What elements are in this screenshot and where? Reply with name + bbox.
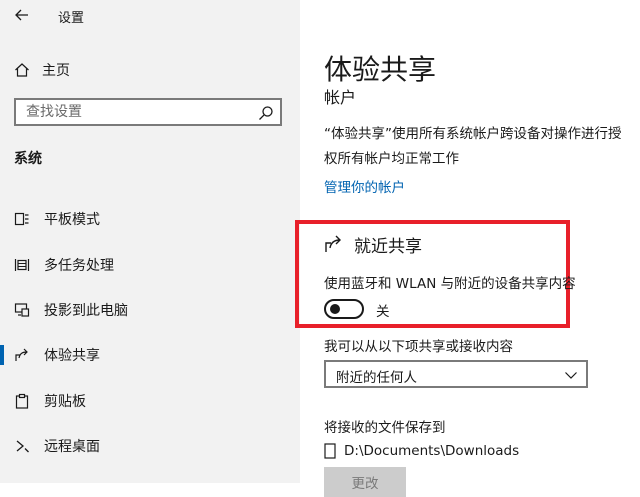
remote-desktop-icon [12, 436, 32, 456]
sidebar-item-label: 多任务处理 [44, 258, 114, 274]
sidebar-item-remote-desktop[interactable]: 远程桌面 [0, 427, 300, 465]
manage-accounts-link[interactable]: 管理你的帐户 [324, 176, 405, 196]
sidebar-item-label: 远程桌面 [44, 439, 100, 455]
sidebar-item-clipboard[interactable]: 剪贴板 [0, 382, 300, 420]
dropdown-value: 附近的任何人 [336, 370, 417, 386]
chevron-down-icon [565, 372, 577, 379]
search-input[interactable] [16, 100, 256, 124]
sidebar-item-label: 体验共享 [44, 348, 100, 364]
back-arrow-icon [15, 9, 28, 21]
clipboard-icon [12, 391, 32, 411]
sidebar-item-shared-experiences[interactable]: 体验共享 [0, 336, 300, 374]
sidebar-item-multitasking[interactable]: 多任务处理 [0, 246, 300, 284]
sidebar-item-tablet-mode[interactable]: 平板模式 [0, 200, 300, 238]
nearby-sharing-toggle[interactable] [324, 299, 364, 319]
nearby-sharing-description: 使用蓝牙和 WLAN 与附近的设备共享内容 [324, 276, 576, 292]
file-icon [324, 443, 336, 459]
share-from-label: 我可以从以下项共享或接收内容 [324, 339, 513, 355]
sidebar-item-label: 投影到此电脑 [44, 303, 128, 319]
nearby-sharing-heading: 就近共享 [324, 232, 422, 257]
home-icon [15, 63, 29, 77]
search-icon[interactable] [258, 105, 274, 121]
sidebar: 设置 主页 系统 平板模式 [0, 0, 300, 483]
share-from-dropdown[interactable]: 附近的任何人 [324, 360, 588, 388]
save-location-label: 将接收的文件保存到 [324, 420, 446, 436]
nearby-share-icon [325, 235, 341, 252]
home-label: 主页 [42, 63, 70, 79]
tablet-mode-icon [12, 209, 32, 229]
accounts-description: “体验共享”使用所有系统帐户跨设备对操作进行授权所有帐户均正常工作 [324, 126, 622, 167]
sidebar-item-label: 剪贴板 [44, 394, 86, 410]
shared-experiences-icon [12, 345, 32, 365]
back-button[interactable] [8, 2, 36, 28]
save-path: D:\Documents\Downloads [344, 443, 520, 459]
selection-indicator [0, 345, 4, 365]
toggle-knob [330, 304, 340, 314]
change-button[interactable]: 更改 [324, 467, 406, 497]
nearby-sharing-title: 就近共享 [354, 236, 422, 257]
multitasking-icon [12, 255, 32, 275]
sidebar-item-label: 平板模式 [44, 212, 100, 228]
search-box[interactable] [14, 98, 282, 126]
section-heading: 系统 [14, 151, 42, 167]
sidebar-item-home[interactable]: 主页 [14, 58, 264, 82]
accounts-heading: 帐户 [324, 88, 357, 107]
app-title: 设置 [58, 11, 85, 26]
page-title: 体验共享 [324, 53, 437, 86]
project-to-pc-icon [12, 300, 32, 320]
sidebar-item-project-to-pc[interactable]: 投影到此电脑 [0, 291, 300, 329]
toggle-state-label: 关 [376, 304, 390, 320]
save-path-row: D:\Documents\Downloads [324, 440, 519, 462]
main-panel: 体验共享 帐户 “体验共享”使用所有系统帐户跨设备对操作进行授权所有帐户均正常工… [295, 0, 640, 497]
